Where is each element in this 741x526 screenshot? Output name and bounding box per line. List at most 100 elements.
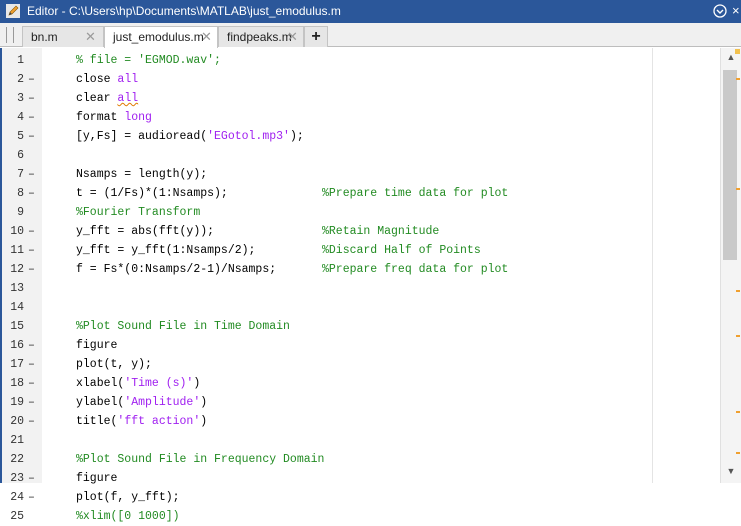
code-line[interactable]: 13 [0,279,720,298]
code-line[interactable]: 17 – plot(t, y); [0,355,720,374]
code-line[interactable]: 11 – y_fft = y_fft(1:Nsamps/2); %Discard… [0,241,720,260]
breakpoint-dash[interactable]: – [28,89,35,108]
breakpoint-dash[interactable]: – [28,393,35,412]
code-text[interactable]: %Plot Sound File in Time Domain [76,317,290,336]
line-number: 24 [10,491,24,504]
code-line[interactable]: 19 – ylabel('Amplitude') [0,393,720,412]
code-line[interactable]: 10 – y_fft = abs(fft(y)); %Retain Magnit… [0,222,720,241]
code-text[interactable]: title('fft action') [76,412,207,431]
line-number: 3 [17,92,24,105]
code-text[interactable]: y_fft = y_fft(1:Nsamps/2); [76,241,255,260]
warning-marker[interactable] [736,411,740,413]
code-text[interactable]: clear all [76,89,138,108]
code-line[interactable]: 18 – xlabel('Time (s)') [0,374,720,393]
inline-comment: %Prepare freq data for plot [322,263,509,276]
code-text[interactable]: y_fft = abs(fft(y)); [76,222,214,241]
chevron-down-circle-icon[interactable] [712,3,728,19]
code-text[interactable]: %Fourier Transform [76,203,200,222]
breakpoint-dash[interactable]: – [28,412,35,431]
comment-text: %xlim([0 1000]) [76,510,180,523]
code-line[interactable]: 3 – clear all [0,89,720,108]
code-line[interactable]: 12 – f = Fs*(0:Nsamps/2-1)/Nsamps; %Prep… [0,260,720,279]
code-line[interactable]: 8 – t = (1/Fs)*(1:Nsamps); %Prepare time… [0,184,720,203]
code-line[interactable]: 14 [0,298,720,317]
line-number: 11 [10,244,24,257]
line-number: 21 [10,434,24,447]
code-text[interactable]: % file = 'EGMOD.wav'; [76,51,221,70]
code-text[interactable]: t = (1/Fs)*(1:Nsamps); [76,184,228,203]
code-line[interactable]: 2 – close all [0,70,720,89]
warning-marker[interactable] [736,188,740,190]
tab-bn[interactable]: bn.m ✕ [22,26,104,47]
line-number: 17 [10,358,24,371]
breakpoint-dash[interactable]: – [28,355,35,374]
code-line[interactable]: 4 – format long [0,108,720,127]
breakpoint-dash[interactable]: – [28,108,35,127]
code-line[interactable]: 7 – Nsamps = length(y); [0,165,720,184]
code-line[interactable]: 1 % file = 'EGMOD.wav'; [0,51,720,70]
scrollbar-thumb[interactable] [723,70,737,260]
code-text[interactable]: xlabel('Time (s)') [76,374,200,393]
code-line[interactable]: 21 [0,431,720,450]
code-line[interactable]: 5 – [y,Fs] = audioread('EGotol.mp3'); [0,127,720,146]
line-number: 7 [17,168,24,181]
code-text[interactable]: figure [76,469,117,488]
breakpoint-dash[interactable]: – [28,184,35,203]
line-number: 16 [10,339,24,352]
code-text[interactable]: [y,Fs] = audioread('EGotol.mp3'); [76,127,304,146]
breakpoint-dash[interactable]: – [28,165,35,184]
warning-marker[interactable] [736,452,740,454]
code-line[interactable]: 6 [0,146,720,165]
close-tab-icon[interactable]: ✕ [201,29,212,45]
code-text[interactable]: plot(f, y_fft); [76,488,180,507]
inline-comment: %Prepare time data for plot [322,187,509,200]
code-text[interactable]: plot(t, y); [76,355,152,374]
code-text[interactable]: %Plot Sound File in Frequency Domain [76,450,324,469]
code-line[interactable]: 25 %xlim([0 1000]) [0,507,720,526]
code-text[interactable]: ylabel('Amplitude') [76,393,207,412]
breakpoint-dash[interactable]: – [28,70,35,89]
breakpoint-dash[interactable]: – [28,469,35,488]
code-text[interactable]: f = Fs*(0:Nsamps/2-1)/Nsamps; [76,260,276,279]
warning-marker[interactable] [736,78,740,80]
breakpoint-dash[interactable]: – [28,488,35,507]
code-line[interactable]: 15 %Plot Sound File in Time Domain [0,317,720,336]
close-icon[interactable]: × [732,3,740,19]
add-tab-button[interactable]: + [304,26,328,47]
comment-text: % file = 'EGMOD.wav'; [76,54,221,67]
window-title: Editor - C:\Users\hp\Documents\MATLAB\ju… [27,4,341,18]
code-line[interactable]: 16 – figure [0,336,720,355]
close-tab-icon[interactable]: ✕ [85,29,96,45]
code-line[interactable]: 22 %Plot Sound File in Frequency Domain [0,450,720,469]
vertical-scrollbar[interactable]: ▲ ▼ [720,48,741,483]
breakpoint-dash[interactable]: – [28,127,35,146]
code-editor[interactable]: 1 % file = 'EGMOD.wav'; 2 – close all 3 … [0,48,720,523]
scroll-down-icon[interactable]: ▼ [721,466,741,476]
code-text[interactable]: close all [76,70,138,89]
code-text[interactable]: figure [76,336,117,355]
breakpoint-dash[interactable]: – [28,374,35,393]
drag-handle-icon[interactable] [6,27,14,43]
line-number: 14 [10,301,24,314]
code-text[interactable]: Nsamps = length(y); [76,165,207,184]
close-tab-icon[interactable]: ✕ [287,29,298,45]
code-analyzer-status-icon[interactable] [735,49,740,54]
code-line[interactable]: 9 %Fourier Transform [0,203,720,222]
inline-comment: %Retain Magnitude [322,225,440,238]
line-number: 19 [10,396,24,409]
tab-just-emodulus[interactable]: just_emodulus.m ✕ [104,26,218,48]
breakpoint-dash[interactable]: – [28,336,35,355]
line-number: 2 [17,73,24,86]
tab-bar: bn.m ✕ just_emodulus.m ✕ findpeaks.m ✕ + [0,23,741,48]
code-text[interactable]: format long [76,108,152,127]
breakpoint-dash[interactable]: – [28,241,35,260]
warning-marker[interactable] [736,335,740,337]
warning-marker[interactable] [736,290,740,292]
breakpoint-dash[interactable]: – [28,260,35,279]
code-line[interactable]: 23 – figure [0,469,720,488]
breakpoint-dash[interactable]: – [28,222,35,241]
tab-findpeaks[interactable]: findpeaks.m ✕ [218,26,304,47]
code-line[interactable]: 24 – plot(f, y_fft); [0,488,720,507]
code-text[interactable]: %xlim([0 1000]) [76,507,180,526]
code-line[interactable]: 20 – title('fft action') [0,412,720,431]
